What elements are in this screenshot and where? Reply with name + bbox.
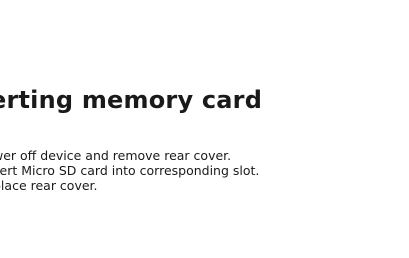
instruction-step-3: place rear cover. bbox=[0, 178, 98, 193]
instruction-steps-list: wer off device and remove rear cover. se… bbox=[0, 148, 259, 193]
instruction-page: erting memory card wer off device and re… bbox=[0, 0, 409, 258]
instruction-step-2: sert Micro SD card into corresponding sl… bbox=[0, 163, 260, 178]
section-heading: erting memory card bbox=[0, 86, 263, 114]
instruction-step-1: wer off device and remove rear cover. bbox=[0, 148, 232, 163]
